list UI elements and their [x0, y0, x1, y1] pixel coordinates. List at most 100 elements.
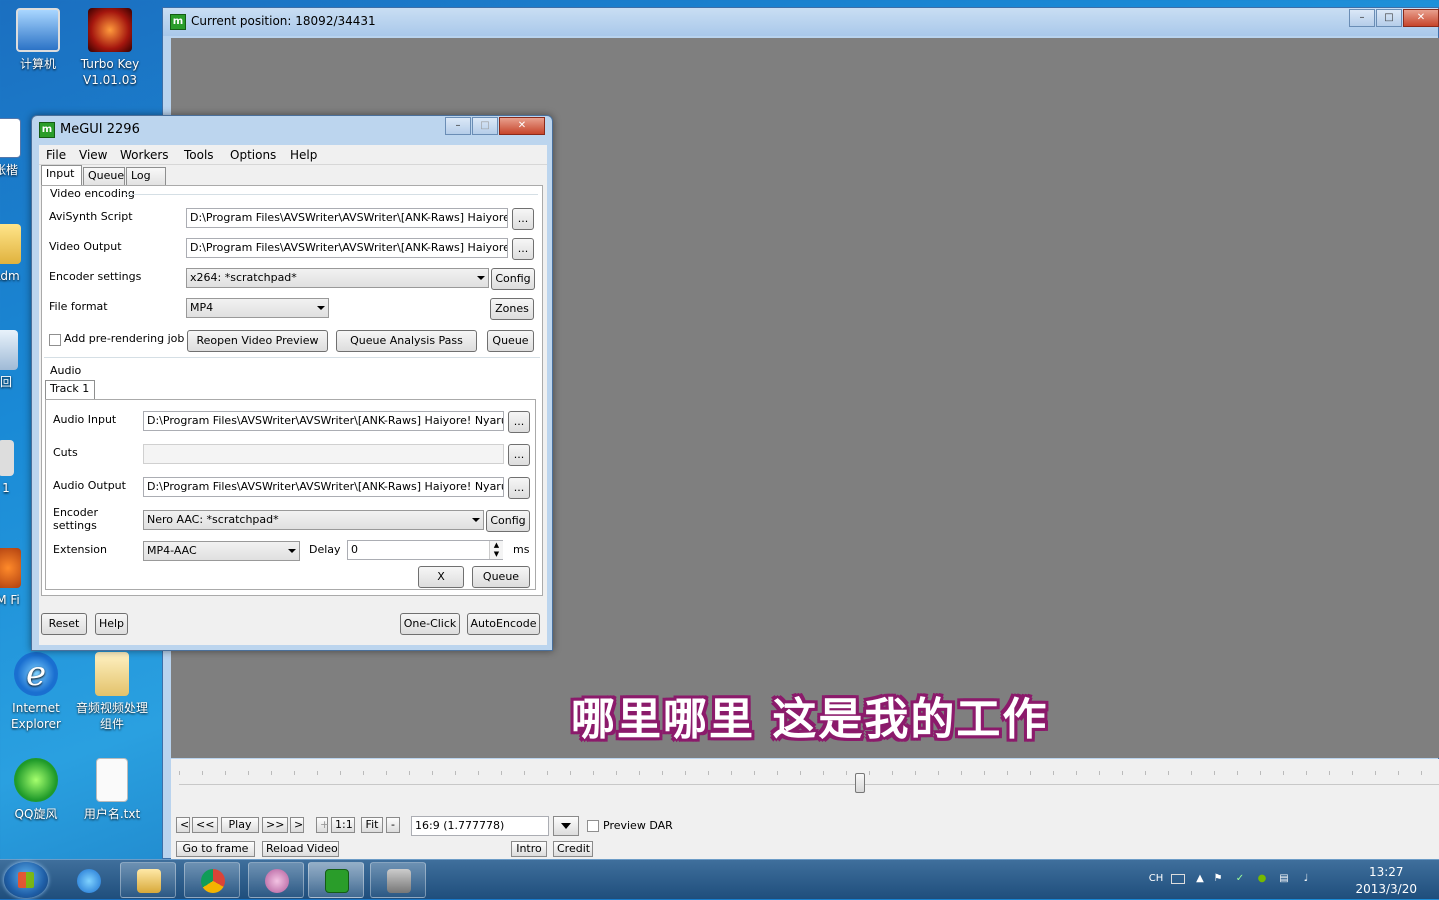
megui-client-area: Input Queue Log Video encoding AviSynth …	[39, 165, 547, 645]
volume-icon[interactable]: ♩	[1299, 872, 1313, 886]
menu-view[interactable]: View	[79, 148, 107, 162]
menu-options[interactable]: Options	[230, 148, 276, 162]
seek-tick	[731, 771, 732, 775]
minimize-button[interactable]: –	[1349, 9, 1375, 27]
menu-tools[interactable]: Tools	[184, 148, 214, 162]
zoom-in-button[interactable]: +	[316, 817, 329, 833]
desktop-icon-label: Turbo Key V1.01.03	[80, 57, 140, 87]
desktop-icon-turbo-key[interactable]: Turbo Key V1.01.03	[70, 8, 150, 88]
intro-button[interactable]: Intro	[511, 841, 547, 857]
taskbar-ie[interactable]	[60, 862, 116, 898]
video-output-browse-button[interactable]: ...	[512, 238, 534, 260]
reload-video-button[interactable]: Reload Video	[262, 841, 339, 857]
help-button[interactable]: Help	[95, 613, 128, 635]
seek-tick	[363, 771, 364, 775]
video-config-button[interactable]: Config	[491, 268, 535, 290]
seek-slider-thumb[interactable]	[855, 773, 865, 793]
language-indicator[interactable]: CH	[1147, 872, 1165, 886]
zoom-1to1-button[interactable]: 1:1	[331, 817, 355, 833]
taskbar-explorer[interactable]	[120, 862, 176, 898]
taskbar-chrome[interactable]	[184, 862, 240, 898]
video-encoder-dropdown[interactable]: x264: *scratchpad*	[186, 268, 489, 288]
clock[interactable]: 13:27 2013/3/20	[1355, 864, 1417, 898]
folder-icon	[0, 224, 21, 264]
zoom-out-button[interactable]: -	[386, 817, 400, 833]
audio-input-field[interactable]: D:\Program Files\AVSWriter\AVSWriter\[AN…	[143, 411, 504, 431]
encoder-settings-label: Encoder settings	[49, 270, 142, 283]
delay-stepper[interactable]: ▲ ▼	[489, 541, 503, 559]
clock-date: 2013/3/20	[1355, 882, 1417, 896]
menu-help[interactable]: Help	[290, 148, 317, 162]
desktop-icon-label: 用户名.txt	[83, 807, 141, 821]
avisynth-script-field[interactable]: D:\Program Files\AVSWriter\AVSWriter\[AN…	[186, 208, 508, 228]
prerender-label: Add pre-rendering job	[64, 332, 185, 345]
video-queue-button[interactable]: Queue	[487, 330, 534, 352]
menu-workers[interactable]: Workers	[120, 148, 169, 162]
seek-tick	[179, 771, 180, 775]
desktop-icon-txt[interactable]: 用户名.txt	[72, 758, 152, 822]
network-icon[interactable]: ▤	[1277, 872, 1291, 886]
prev-frame-button[interactable]: <	[176, 817, 190, 833]
audio-encoder-dropdown[interactable]: Nero AAC: *scratchpad*	[143, 510, 484, 530]
start-button[interactable]	[4, 862, 48, 898]
seek-tick	[1375, 771, 1376, 775]
menu-bar: File View Workers Tools Options Help	[39, 145, 547, 165]
video-output-field[interactable]: D:\Program Files\AVSWriter\AVSWriter\[AN…	[186, 238, 508, 258]
cuts-field[interactable]	[143, 444, 504, 464]
audio-output-field[interactable]: D:\Program Files\AVSWriter\AVSWriter\[AN…	[143, 477, 504, 497]
taskbar-megui[interactable]	[308, 862, 364, 898]
audio-queue-button[interactable]: Queue	[472, 566, 530, 588]
taskbar-anime-app[interactable]	[248, 862, 304, 898]
aspect-ratio-field[interactable]: 16:9 (1.777778)	[411, 816, 549, 836]
prerender-checkbox[interactable]	[49, 334, 61, 346]
tab-input[interactable]: Input	[41, 165, 82, 185]
tab-track-1[interactable]: Track 1	[45, 380, 95, 400]
file-format-dropdown[interactable]: MP4	[186, 298, 329, 318]
tab-log[interactable]: Log	[126, 167, 166, 185]
zones-button[interactable]: Zones	[490, 298, 534, 320]
show-hidden-icons-icon[interactable]: ▲	[1193, 872, 1207, 886]
next-frame-button[interactable]: >	[290, 817, 304, 833]
preview-dar-checkbox[interactable]	[587, 820, 599, 832]
rewind-button[interactable]: <<	[192, 817, 218, 833]
queue-analysis-button[interactable]: Queue Analysis Pass	[336, 330, 477, 352]
maximize-button[interactable]: □	[1376, 9, 1402, 27]
minimize-button[interactable]: –	[445, 117, 471, 135]
desktop-icon-computer[interactable]: 计算机	[0, 8, 78, 72]
reopen-preview-button[interactable]: Reopen Video Preview	[187, 330, 328, 352]
audio-clear-button[interactable]: X	[418, 566, 464, 588]
desktop-icon-qq[interactable]: QQ旋风	[0, 758, 76, 822]
credit-button[interactable]: Credit	[553, 841, 593, 857]
maximize-button[interactable]: □	[472, 117, 498, 135]
audio-config-button[interactable]: Config	[486, 510, 530, 532]
nvidia-icon[interactable]: ●	[1255, 872, 1269, 886]
seek-tick	[892, 771, 893, 775]
play-button[interactable]: Play	[221, 817, 259, 833]
seek-track[interactable]	[179, 784, 1439, 785]
menu-file[interactable]: File	[46, 148, 66, 162]
autoencode-button[interactable]: AutoEncode	[467, 613, 540, 635]
taskbar-avswriter[interactable]	[370, 862, 426, 898]
close-button[interactable]: ✕	[499, 117, 545, 135]
flag-icon[interactable]: ⚑	[1211, 872, 1225, 886]
delay-input[interactable]: 0	[347, 540, 503, 560]
clock-time: 13:27	[1368, 865, 1404, 879]
cuts-browse-button[interactable]: ...	[508, 444, 530, 466]
keyboard-icon[interactable]	[1171, 874, 1185, 884]
audio-output-browse-button[interactable]: ...	[508, 477, 530, 499]
aspect-dropdown-button[interactable]	[553, 816, 579, 836]
seek-tick	[478, 771, 479, 775]
desktop-icon-av-components[interactable]: 音频视频处理组件	[72, 652, 152, 732]
go-to-frame-button[interactable]: Go to frame	[176, 841, 255, 857]
one-click-button[interactable]: One-Click	[400, 613, 460, 635]
reset-button[interactable]: Reset	[41, 613, 87, 635]
avisynth-browse-button[interactable]: ...	[512, 208, 534, 230]
close-button[interactable]: ✕	[1403, 9, 1439, 27]
forward-button[interactable]: >>	[262, 817, 288, 833]
zoom-fit-button[interactable]: Fit	[361, 817, 383, 833]
extension-dropdown[interactable]: MP4-AAC	[143, 541, 300, 561]
desktop-icon-ie[interactable]: e Internet Explorer	[0, 652, 76, 732]
security-icon[interactable]: ✓	[1233, 872, 1247, 886]
tab-queue[interactable]: Queue	[83, 167, 125, 185]
audio-input-browse-button[interactable]: ...	[508, 411, 530, 433]
